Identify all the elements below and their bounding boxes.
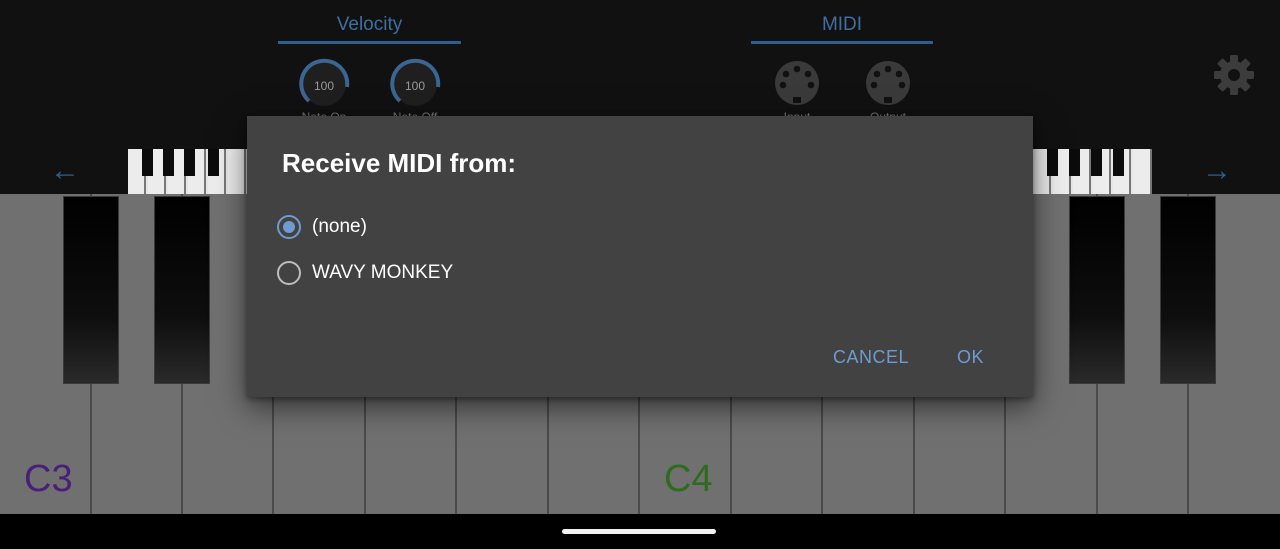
note-off-velocity-value: 100 <box>404 79 426 93</box>
cancel-button[interactable]: CANCEL <box>833 347 909 368</box>
mini-white-key <box>228 149 246 194</box>
mini-keyboard-right[interactable] <box>1033 149 1152 194</box>
velocity-underline <box>278 41 461 44</box>
mini-black-key <box>1069 149 1080 176</box>
mini-black-key <box>1091 149 1102 176</box>
dialog-title: Receive MIDI from: <box>282 148 517 178</box>
midi-din-icon <box>866 61 910 105</box>
radio-button-unchecked[interactable] <box>277 261 301 285</box>
mini-black-key <box>1113 149 1124 176</box>
gear-icon <box>1214 55 1254 95</box>
velocity-title: Velocity <box>336 14 403 35</box>
black-key[interactable] <box>1160 196 1216 384</box>
black-key[interactable] <box>154 196 210 384</box>
home-gesture-handle[interactable] <box>562 529 716 534</box>
mini-black-key <box>1047 149 1058 176</box>
mini-black-key <box>184 149 195 176</box>
note-label-c3: C3 <box>24 458 73 500</box>
mini-black-key <box>163 149 174 176</box>
mini-keyboard-left[interactable] <box>128 149 250 194</box>
black-key[interactable] <box>1069 196 1125 384</box>
settings-button[interactable] <box>1213 54 1255 96</box>
mini-white-key <box>1133 149 1152 194</box>
note-on-velocity-knob[interactable]: 100 <box>297 57 351 111</box>
mini-black-key <box>208 149 219 176</box>
piano-app: Velocity 100 Note On 100 Note Off MIDI I… <box>0 0 1280 514</box>
midi-output-button[interactable] <box>865 60 911 106</box>
midi-title: MIDI <box>821 14 863 35</box>
black-key[interactable] <box>63 196 119 384</box>
ok-button[interactable]: OK <box>957 347 984 368</box>
option-label: WAVY MONKEY <box>312 262 454 283</box>
option-none[interactable]: (none) <box>277 209 367 245</box>
mini-black-key <box>142 149 153 176</box>
scroll-left-arrow-icon[interactable]: ← <box>50 156 80 186</box>
midi-din-icon <box>775 61 819 105</box>
note-on-velocity-value: 100 <box>313 79 335 93</box>
system-navigation-bar <box>0 514 1280 549</box>
radio-button-checked[interactable] <box>277 215 301 239</box>
receive-midi-dialog: Receive MIDI from: (none) WAVY MONKEY CA… <box>247 116 1033 397</box>
midi-input-button[interactable] <box>774 60 820 106</box>
note-label-c4: C4 <box>664 458 713 500</box>
option-label: (none) <box>312 216 367 237</box>
note-off-velocity-knob[interactable]: 100 <box>388 57 442 111</box>
option-wavy-monkey[interactable]: WAVY MONKEY <box>277 255 453 291</box>
midi-underline <box>751 41 933 44</box>
scroll-right-arrow-icon[interactable]: → <box>1202 156 1232 186</box>
